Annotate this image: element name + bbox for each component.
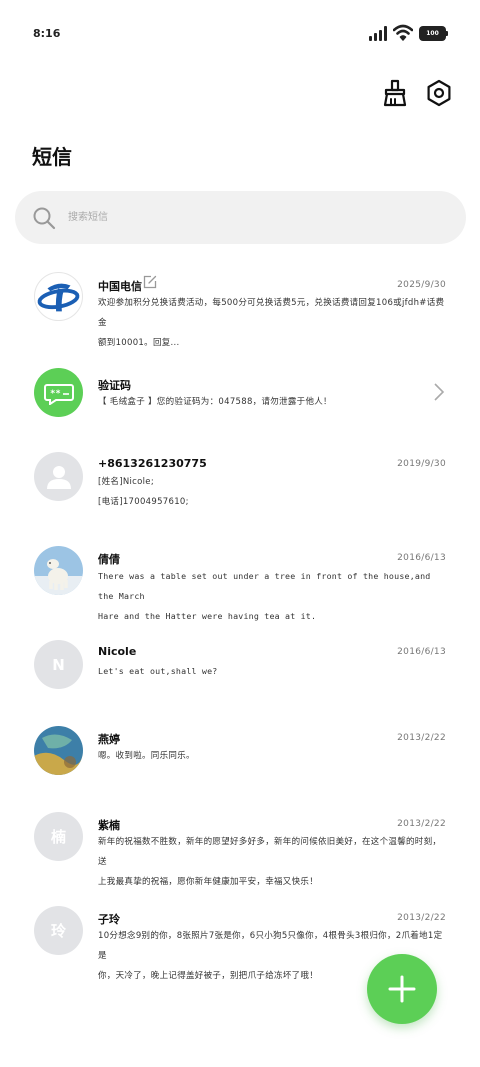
conversation-name: 中国电信 (98, 280, 142, 293)
message-preview: 欢迎参加积分兑换话费活动，每500分可兑换话费5元，兑换话费请回复106或jfd… (98, 293, 446, 353)
conversation-item[interactable]: 燕婷 2013/2/22 嗯。收到啦。同乐同乐。 (0, 726, 480, 821)
avatar: ** (34, 368, 83, 417)
svg-text:**: ** (50, 389, 61, 399)
avatar: N (34, 640, 83, 689)
brush-icon[interactable] (380, 78, 410, 108)
new-message-button[interactable] (367, 954, 437, 1024)
search-icon (33, 207, 56, 230)
battery-level: 100 (426, 30, 439, 37)
conversation-item[interactable]: ** 验证码 【 毛绒盒子 】您的验证码为：047588，请勿泄露于他人！ (0, 358, 480, 453)
plus-icon (388, 975, 416, 1003)
message-line: 欢迎参加积分兑换话费活动，每500分可兑换话费5元，兑换话费请回复106或jfd… (98, 298, 445, 328)
conversation-item[interactable]: 楠 紫楠 2013/2/22 新年的祝福数不胜数，新年的愿望好多好多，新年的问候… (0, 812, 480, 907)
polar-bear-photo (34, 546, 83, 595)
message-preview: 【 毛绒盒子 】您的验证码为：047588，请勿泄露于他人！ (98, 392, 446, 412)
message-line: 上我最真挚的祝福，愿你新年健康加平安，幸福又快乐！ (98, 877, 319, 887)
avatar (34, 726, 83, 775)
signal-icon (369, 26, 389, 41)
message-preview: 新年的祝福数不胜数，新年的愿望好多好多，新年的问候依旧美好，在这个温馨的时刻，送… (98, 832, 446, 892)
conversation-date: 2019/9/30 (397, 459, 446, 469)
message-line: 嗯。收到啦。同乐同乐。 (98, 751, 195, 761)
conversation-name: 燕婷 (98, 733, 120, 746)
message-line: Hare and the Hatter were having tea at i… (98, 611, 317, 621)
conversation-date: 2013/2/22 (397, 913, 446, 923)
status-time: 8:16 (33, 27, 61, 40)
painting-photo (34, 726, 83, 775)
china-telecom-logo (37, 283, 80, 312)
avatar-letter: N (52, 655, 65, 674)
conversation-item[interactable]: +8613261230775 2019/9/30 [姓名]Nicole; [电话… (0, 452, 480, 547)
status-bar: 8:16 100 (0, 0, 480, 68)
message-preview: Let's eat out,shall we? (98, 661, 446, 681)
avatar (34, 452, 83, 501)
message-line: 新年的祝福数不胜数，新年的愿望好多好多，新年的问候依旧美好，在这个温馨的时刻，送 (98, 837, 442, 867)
message-line: There was a table set out under a tree i… (98, 571, 431, 601)
conversation-date: 2013/2/22 (397, 819, 446, 829)
avatar: 玲 (34, 906, 83, 955)
conversation-name: Nicole (98, 645, 137, 658)
message-line: 【 毛绒盒子 】您的验证码为：047588，请勿泄露于他人！ (98, 397, 332, 407)
sms-bubble-icon: ** (43, 383, 74, 405)
message-line: Let's eat out,shall we? (98, 666, 218, 676)
conversation-date: 2013/2/22 (397, 733, 446, 743)
person-icon (46, 465, 71, 489)
avatar-letter: 楠 (50, 828, 66, 846)
conversation-date: 2016/6/13 (397, 553, 446, 563)
conversation-date: 2025/9/30 (397, 280, 446, 290)
conversation-item[interactable]: 中国电信 2025/9/30 欢迎参加积分兑换话费活动，每500分可兑换话费5元… (0, 262, 480, 357)
avatar (34, 272, 83, 321)
conversation-date: 2016/6/13 (397, 647, 446, 657)
message-line: 额到10001。回复... (98, 338, 180, 348)
edit-icon[interactable] (143, 275, 157, 289)
conversation-name: 子玲 (98, 913, 120, 926)
message-preview: [姓名]Nicole; [电话]17004957610; (98, 472, 446, 512)
wifi-icon (393, 24, 413, 41)
avatar: 楠 (34, 812, 83, 861)
conversation-item[interactable]: N Nicole 2016/6/13 Let's eat out,shall w… (0, 640, 480, 735)
avatar-letter: 玲 (50, 922, 66, 940)
conversation-name: 验证码 (98, 379, 131, 392)
settings-icon[interactable] (424, 78, 454, 108)
message-line: [姓名]Nicole; (98, 477, 154, 487)
conversation-name: 紫楠 (98, 819, 120, 832)
message-preview: 嗯。收到啦。同乐同乐。 (98, 746, 446, 766)
conversation-name: +8613261230775 (98, 457, 207, 470)
message-preview: There was a table set out under a tree i… (98, 566, 446, 626)
message-line: [电话]17004957610; (98, 497, 189, 507)
page-title: 短信 (32, 145, 72, 169)
conversation-item[interactable]: 倩倩 2016/6/13 There was a table set out u… (0, 546, 480, 641)
search-input[interactable] (68, 204, 368, 230)
conversation-name: 倩倩 (98, 553, 120, 566)
avatar (34, 546, 83, 595)
battery-icon: 100 (419, 26, 449, 41)
